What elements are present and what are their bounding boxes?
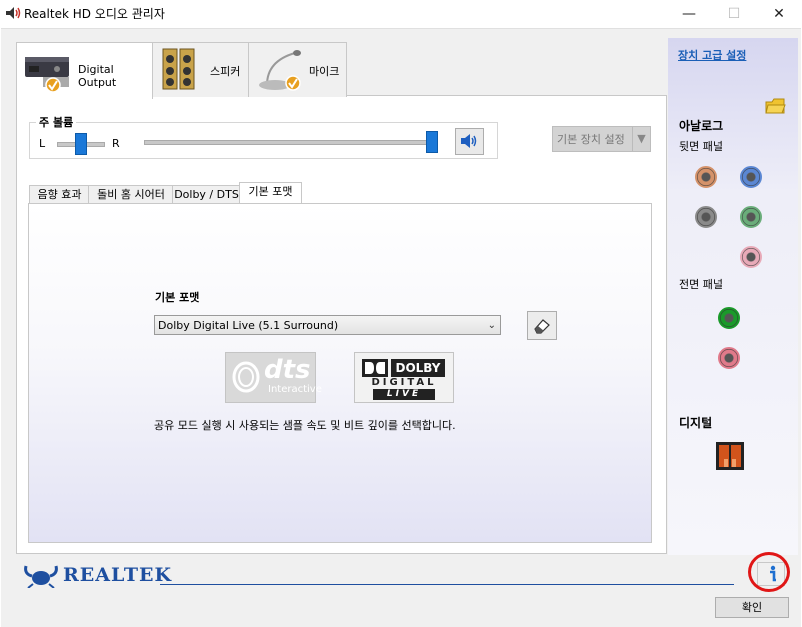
front-jack-pink[interactable] xyxy=(718,347,740,369)
speaker-app-icon xyxy=(6,7,21,19)
dolby-double-d-icon xyxy=(362,359,388,377)
folder-icon[interactable] xyxy=(764,96,786,116)
tab-default-format[interactable]: 기본 포맷 xyxy=(239,182,302,203)
chevron-down-icon: ⌄ xyxy=(487,320,496,331)
dts-interactive-logo: dts Interactive xyxy=(225,352,322,403)
tab-sound-effects[interactable]: 음향 효과 xyxy=(29,185,90,204)
microphone-device-icon xyxy=(259,50,301,91)
dolby-wordmark: DOLBY xyxy=(391,359,445,377)
speaker-device-icon xyxy=(162,48,195,90)
tab-digital-output[interactable]: Digital Output xyxy=(16,42,153,99)
balance-left-label: L xyxy=(39,137,46,150)
maximize-button[interactable]: ☐ xyxy=(711,0,757,28)
analog-section-title: 아날로그 xyxy=(679,119,724,133)
dts-interactive-text: Interactive xyxy=(268,384,322,395)
digital-section-title: 디지털 xyxy=(679,416,713,430)
tab-speakers[interactable]: 스피커 xyxy=(151,42,250,97)
balance-right-label: R xyxy=(112,137,120,150)
default-format-value: Dolby Digital Live (5.1 Surround) xyxy=(158,319,339,332)
rear-jack-gray[interactable] xyxy=(695,206,717,228)
rear-jack-pink[interactable] xyxy=(740,246,762,268)
realtek-crab-logo-icon xyxy=(24,565,58,588)
minimize-button[interactable]: — xyxy=(666,0,712,28)
chevron-down-icon[interactable]: ▼ xyxy=(632,127,650,151)
default-format-panel xyxy=(28,203,652,543)
rear-panel-label: 뒷면 패널 xyxy=(679,140,723,153)
balance-slider-thumb[interactable] xyxy=(75,133,87,155)
set-default-device-button[interactable]: 기본 장치 설정 ▼ xyxy=(552,126,651,152)
front-panel-label: 전면 패널 xyxy=(679,278,723,291)
tab-dolby-dts[interactable]: Dolby / DTS xyxy=(172,185,241,204)
dolby-digital-text: DIGITAL xyxy=(371,377,437,388)
digital-output-connector-icon[interactable] xyxy=(715,441,745,471)
master-volume-label: 주 볼륨 xyxy=(36,114,77,130)
brand-divider xyxy=(160,584,734,585)
speaker-volume-icon xyxy=(461,134,477,148)
realtek-brand-text: REALTEK xyxy=(63,564,172,586)
volume-slider-track[interactable] xyxy=(144,140,436,145)
tab-microphone[interactable]: 마이크 xyxy=(248,42,347,97)
rear-jack-blue[interactable] xyxy=(740,166,762,188)
default-format-select[interactable]: Dolby Digital Live (5.1 Surround) ⌄ xyxy=(154,315,501,335)
ok-button[interactable]: 확인 xyxy=(715,597,789,618)
default-format-title: 기본 포맷 xyxy=(155,291,200,304)
dolby-live-text: LIVE xyxy=(373,389,435,400)
mute-button[interactable] xyxy=(455,128,484,155)
dts-swoosh-icon xyxy=(232,361,260,393)
tab-label: Digital Output xyxy=(78,63,117,89)
highlight-annotation-circle xyxy=(748,552,790,592)
close-button[interactable]: ✕ xyxy=(756,0,802,28)
dolby-digital-live-logo: DOLBY DIGITAL LIVE xyxy=(354,352,454,403)
rear-jack-orange[interactable] xyxy=(695,166,717,188)
window-title: Realtek HD 오디오 관리자 xyxy=(24,7,165,21)
rear-jack-green[interactable] xyxy=(740,206,762,228)
set-default-device-label: 기본 장치 설정 xyxy=(557,133,625,146)
eraser-icon xyxy=(534,319,550,334)
restore-default-format-button[interactable] xyxy=(527,311,557,340)
tab-label: 마이크 xyxy=(309,65,340,78)
dts-wordmark: dts xyxy=(264,355,311,385)
tab-dolby-home-theater[interactable]: 돌비 홈 시어터 xyxy=(88,185,174,204)
front-jack-green[interactable] xyxy=(718,307,740,329)
advanced-device-settings-link[interactable]: 장치 고급 설정 xyxy=(678,47,746,63)
volume-slider-thumb[interactable] xyxy=(426,131,438,153)
default-format-description: 공유 모드 실행 시 사용되는 샘플 속도 및 비트 깊이를 선택합니다. xyxy=(154,419,456,432)
tab-label: 스피커 xyxy=(210,65,241,78)
digital-output-device-icon xyxy=(25,57,69,93)
